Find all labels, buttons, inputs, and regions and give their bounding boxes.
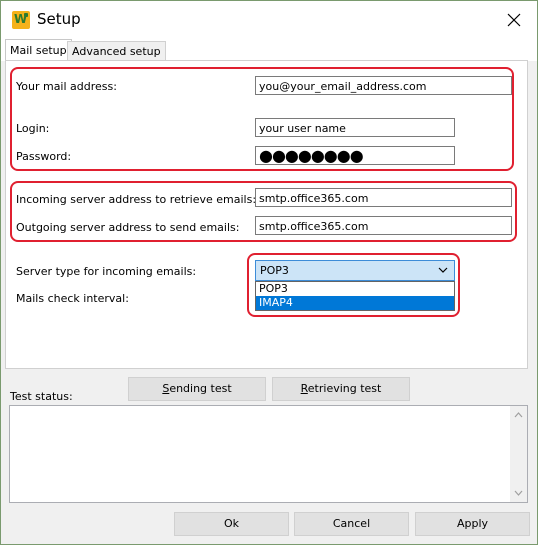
outgoing-server-label: Outgoing server address to send emails: <box>16 221 240 234</box>
window-title: Setup <box>37 10 81 28</box>
retrieving-test-accesskey: R <box>300 382 308 395</box>
cancel-button[interactable]: Cancel <box>294 512 409 536</box>
server-type-selected: POP3 <box>260 264 289 277</box>
scroll-up-icon[interactable] <box>514 412 523 418</box>
retrieving-test-button[interactable]: Retrieving test <box>272 377 410 401</box>
password-field[interactable]: ●●●●●●●● <box>255 146 455 165</box>
title-bar: W Setup <box>1 1 537 39</box>
incoming-server-field[interactable]: smtp.office365.com <box>255 188 512 207</box>
app-logo-icon: W <box>12 11 30 29</box>
apply-button[interactable]: Apply <box>415 512 530 536</box>
password-label: Password: <box>16 150 72 163</box>
tab-advanced-setup[interactable]: Advanced setup <box>67 41 166 61</box>
check-interval-label: Mails check interval: <box>16 292 129 305</box>
outgoing-server-field[interactable]: smtp.office365.com <box>255 216 512 235</box>
login-label: Login: <box>16 122 50 135</box>
incoming-server-label: Incoming server address to retrieve emai… <box>16 193 257 206</box>
ok-button[interactable]: Ok <box>174 512 289 536</box>
close-button[interactable] <box>491 1 537 39</box>
chevron-down-icon <box>438 267 448 273</box>
option-imap4[interactable]: IMAP4 <box>256 296 454 310</box>
test-status-label: Test status: <box>10 390 73 403</box>
tab-mail-setup[interactable]: Mail setup <box>5 39 72 61</box>
option-pop3[interactable]: POP3 <box>256 282 454 296</box>
server-type-dropdown-list: POP3 IMAP4 <box>255 281 455 311</box>
mail-address-field[interactable]: you@your_email_address.com <box>255 76 512 95</box>
sending-test-button[interactable]: Sending test <box>128 377 266 401</box>
scroll-down-icon[interactable] <box>514 490 523 496</box>
sending-test-label: ending test <box>169 382 232 395</box>
retrieving-test-label: etrieving test <box>307 382 382 395</box>
test-status-textarea[interactable] <box>9 405 528 503</box>
server-type-select[interactable]: POP3 <box>255 260 455 281</box>
setup-dialog: W Setup Mail setup Advanced setup Your m… <box>0 0 538 545</box>
login-field[interactable]: your user name <box>255 118 455 137</box>
status-scrollbar[interactable] <box>510 406 527 502</box>
mail-address-label: Your mail address: <box>16 80 117 93</box>
close-icon <box>507 13 521 27</box>
server-type-label: Server type for incoming emails: <box>16 265 197 278</box>
